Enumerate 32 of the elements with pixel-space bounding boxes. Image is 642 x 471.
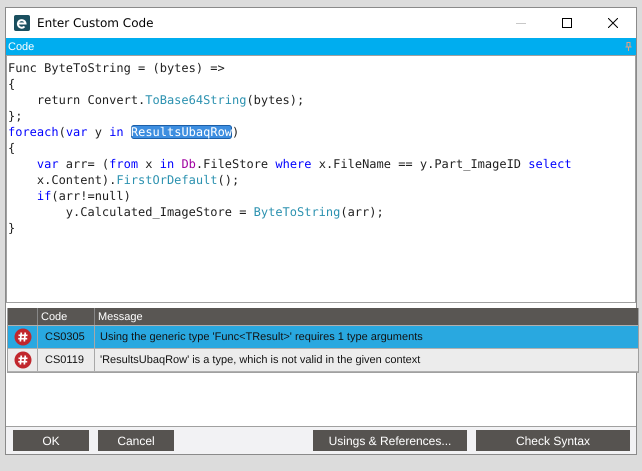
close-icon <box>608 18 618 28</box>
dialog-button[interactable]: Cancel <box>98 430 174 451</box>
code-line: return Convert.ToBase64String(bytes); <box>36 92 304 108</box>
code-line: Func ByteToString = (bytes) => <box>8 60 225 76</box>
error-message-cell: Using the generic type 'Func<TResult>' requires 1 type arguments <box>94 326 638 348</box>
code-line: foreach(var y in ResultsUbaqRow) <box>8 124 240 140</box>
code-line: var arr= (from x in Db.FileStore where x.FileName == y.Part_ImageID select <box>36 156 572 172</box>
code-line: }; <box>8 108 22 124</box>
error-row[interactable]: CS0305 Using the generic type 'Func<TResult>' requires 1 type arguments <box>8 326 638 349</box>
column-header[interactable]: Code <box>37 308 94 325</box>
code-line: { <box>8 76 16 92</box>
code-line: } <box>8 220 16 236</box>
error-row[interactable]: CS0119 'ResultsUbaqRow' is a type, which is not valid in the given context <box>8 349 638 372</box>
error-message-cell: 'ResultsUbaqRow' is a type, which is not valid in the given context <box>94 349 638 371</box>
panel-title: Code <box>8 40 34 52</box>
code-editor[interactable] <box>6 55 636 303</box>
error-code-cell: CS0305 <box>37 326 94 348</box>
error-icon <box>14 351 32 369</box>
app-logo-icon <box>14 15 30 31</box>
minimize-icon <box>516 22 526 24</box>
maximize-icon <box>562 18 572 28</box>
error-icon <box>14 328 32 346</box>
code-line: y.Calculated_ImageStore = ByteToString(arr); <box>64 204 384 220</box>
code-line: x.Content).FirstOrDefault(); <box>36 172 240 188</box>
dialog-button[interactable]: OK <box>13 430 89 451</box>
code-line: if(arr!=null) <box>36 188 131 204</box>
dialog-button[interactable]: Usings & References... <box>313 430 467 451</box>
window-title: Enter Custom Code <box>37 16 155 30</box>
column-header[interactable]: Message <box>94 308 638 325</box>
code-line: { <box>8 140 16 156</box>
error-code-cell: CS0119 <box>37 349 94 371</box>
dialog-button[interactable]: Check Syntax <box>476 430 630 451</box>
